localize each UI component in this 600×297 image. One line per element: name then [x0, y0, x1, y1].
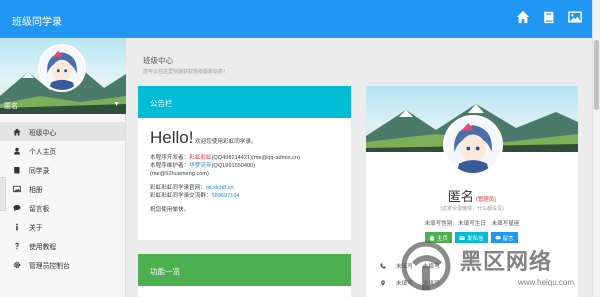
- sidebar-item-album[interactable]: 相册: [0, 179, 125, 198]
- profile-name-text: 匿名: [447, 189, 474, 204]
- book-icon: [12, 165, 22, 175]
- hello-heading: Hello!: [150, 128, 194, 147]
- user-icon: [12, 146, 22, 156]
- sidebar-item-label: 关于: [29, 224, 43, 232]
- notice-wish: 祝您使用愉快。: [150, 207, 190, 213]
- watermark-logo-icon: [401, 241, 451, 291]
- maintainer-label: 本程序维护者：: [150, 163, 190, 169]
- sidebar-item-personal-home[interactable]: 个人主页: [0, 141, 125, 160]
- page-scrollbar[interactable]: [592, 0, 600, 297]
- comment-icon: [12, 203, 22, 213]
- notice-card-body: Hello! 欢迎您使用彩虹同学录。 本程序开发者：彩虹彩虹(QQ4082144…: [138, 118, 351, 224]
- sidebar-user-name: 匿名: [4, 103, 18, 110]
- sidebar-item-classmates[interactable]: 同学录: [0, 160, 125, 179]
- profile-signature: (这家伙很懒惰，什么都没写): [440, 206, 504, 212]
- app-brand[interactable]: 班级同学录: [12, 13, 62, 28]
- functions-card: 功能一览: [138, 254, 351, 297]
- image-icon: [12, 184, 22, 194]
- developer-contact: (QQ408214421)(me@qq-admin.cn): [211, 155, 300, 161]
- profile-zodiac: 未填写星座: [491, 221, 520, 227]
- qq-group-label: 彩虹彩虹同学录交流群：: [150, 193, 212, 199]
- scrollbar-thumb[interactable]: [594, 40, 599, 110]
- maintainer-email: (me@52huameng.com): [150, 171, 209, 177]
- chevron-down-icon[interactable]: ▼: [113, 101, 120, 108]
- official-site-link[interactable]: txl.xlch8.cn: [206, 185, 234, 191]
- sidebar-item-label: 留言板: [29, 205, 50, 213]
- image-icon[interactable]: [568, 10, 584, 26]
- profile-avatar[interactable]: [443, 115, 503, 175]
- phone-icon: [380, 263, 386, 269]
- sidebar-profile-cover: 匿名 ▼: [0, 38, 126, 114]
- profile-name: 匿名 (管理员): [366, 186, 578, 205]
- functions-card-title: 功能一览: [138, 254, 351, 286]
- developer-name-link[interactable]: 彩虹彩虹: [189, 155, 211, 161]
- sidebar-item-message-board[interactable]: 留言板: [0, 198, 125, 217]
- sidebar-item-label: 个人主页: [29, 148, 57, 156]
- gear-icon: [12, 260, 22, 270]
- sidebar-item-admin-console[interactable]: 管理员控制台: [0, 255, 125, 274]
- sidebar-item-label: 班级中心: [29, 129, 57, 137]
- maintainer-name-link[interactable]: 华梦流年: [189, 163, 211, 169]
- official-site-label: 彩虹彩虹同学录官网：: [150, 185, 206, 191]
- question-icon: [12, 241, 22, 251]
- sidebar-item-label: 相册: [29, 186, 43, 194]
- home-icon[interactable]: [516, 10, 532, 26]
- hello-subtext: 欢迎您使用彩虹同学录。: [195, 139, 257, 145]
- avatar[interactable]: [38, 44, 86, 92]
- sidebar-item-label: 使用教程: [29, 243, 57, 251]
- location-icon: [381, 280, 385, 286]
- page-subtitle: 您可以在这里快速获取班级最新动态！: [143, 69, 229, 75]
- sidebar-toggle-tab[interactable]: [0, 177, 6, 211]
- sidebar-item-label: 同学录: [29, 167, 50, 175]
- sidebar-item-label: 管理员控制台: [29, 262, 70, 270]
- sidebar-menu: 班级中心 个人主页 同学录 相册 留言板 关于 使用教程 管理员控制台: [0, 122, 125, 274]
- developer-label: 本程序开发者：: [150, 155, 190, 161]
- maintainer-contact: (QQ1991550400): [211, 163, 256, 169]
- notice-card: 公告栏 Hello! 欢迎您使用彩虹同学录。 本程序开发者：彩虹彩虹(QQ408…: [138, 86, 351, 240]
- page-title: 班级中心: [143, 56, 173, 65]
- watermark-text: 黑区网络: [460, 249, 553, 274]
- sidebar: 匿名 ▼ 班级中心 个人主页 同学录 相册 留言板 关于 使用教程 管理员控制台: [0, 38, 126, 297]
- watermark: 黑区网络 www.heiqu.com: [398, 240, 588, 297]
- home-icon: [12, 127, 22, 137]
- watermark-url: www.heiqu.com: [518, 278, 575, 287]
- notice-card-title: 公告栏: [138, 86, 351, 118]
- book-icon[interactable]: [542, 10, 558, 26]
- profile-gender: 未填写性别: [424, 221, 453, 227]
- top-navbar: 班级同学录: [0, 0, 592, 38]
- sidebar-item-class-center[interactable]: 班级中心: [0, 122, 125, 141]
- role-badge: (管理员): [475, 197, 497, 203]
- info-icon: [12, 222, 22, 232]
- qq-group-link[interactable]: 589697104: [212, 193, 240, 199]
- sidebar-item-about[interactable]: 关于: [0, 217, 125, 236]
- top-icon-group: [516, 10, 584, 26]
- profile-birthday: 未填写生日: [458, 221, 486, 227]
- sidebar-item-tutorial[interactable]: 使用教程: [0, 236, 125, 255]
- profile-info: 未填写性别 未填写生日 未填写星座: [366, 219, 578, 227]
